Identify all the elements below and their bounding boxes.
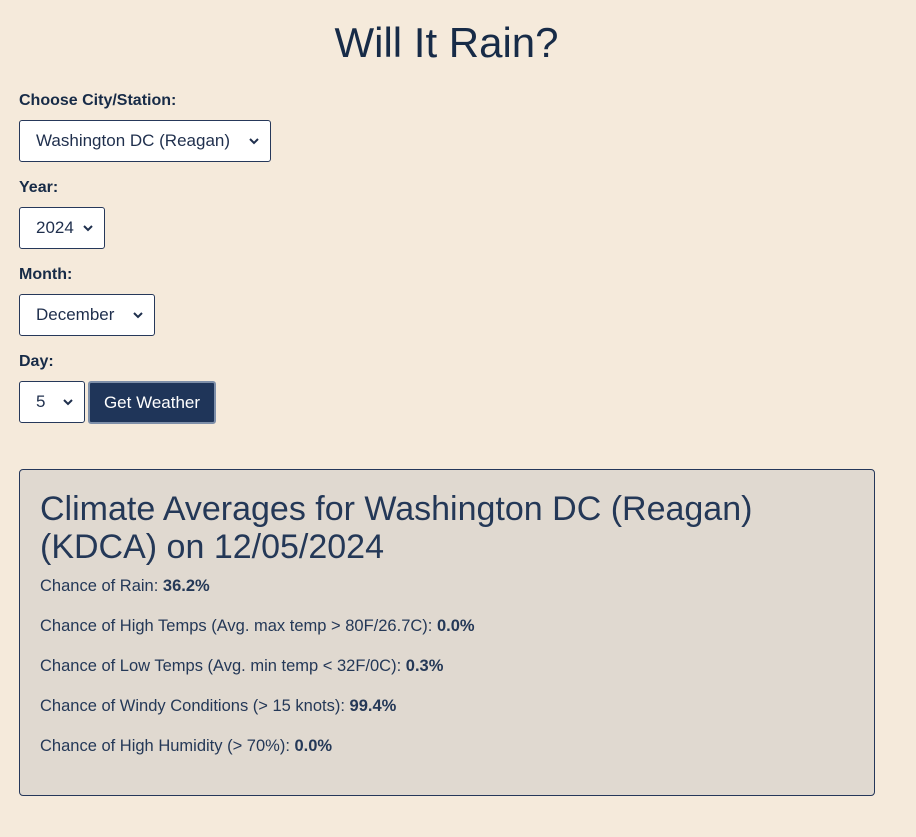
results-panel: Climate Averages for Washington DC (Reag…	[19, 469, 875, 796]
month-select[interactable]: December	[19, 294, 155, 336]
month-label: Month:	[19, 266, 73, 283]
stat-value: 0.3%	[405, 657, 444, 675]
stat-rain: Chance of Rain: 36.2%	[40, 577, 210, 596]
stat-windy: Chance of Windy Conditions (> 15 knots):…	[40, 697, 396, 716]
stat-low-temps: Chance of Low Temps (Avg. min temp < 32F…	[40, 657, 443, 676]
city-select[interactable]: Washington DC (Reagan)	[19, 120, 271, 162]
stat-label: Chance of Rain:	[40, 577, 163, 595]
stat-label: Chance of Windy Conditions (> 15 knots):	[40, 697, 350, 715]
stat-label: Chance of Low Temps (Avg. min temp < 32F…	[40, 657, 406, 675]
month-select-value: December	[36, 305, 115, 324]
day-select[interactable]: 5	[19, 381, 85, 423]
get-weather-button[interactable]: Get Weather	[88, 381, 216, 424]
stat-value: 36.2%	[162, 577, 210, 595]
stat-value: 99.4%	[349, 697, 397, 715]
chevron-down-icon	[133, 312, 143, 319]
stat-value: 0.0%	[294, 737, 333, 755]
year-select-value: 2024	[36, 218, 74, 237]
year-select[interactable]: 2024	[19, 207, 105, 249]
stat-humidity: Chance of High Humidity (> 70%): 0.0%	[40, 737, 332, 756]
results-heading: Climate Averages for Washington DC (Reag…	[40, 490, 753, 566]
stat-label: Chance of High Temps (Avg. max temp > 80…	[40, 617, 437, 635]
chevron-down-icon	[63, 399, 73, 406]
stat-value: 0.0%	[436, 617, 475, 635]
year-label: Year:	[19, 179, 59, 196]
day-select-value: 5	[36, 392, 46, 411]
page-title: Will It Rain?	[334, 19, 559, 66]
chevron-down-icon	[83, 225, 93, 232]
city-select-value: Washington DC (Reagan)	[36, 131, 231, 150]
stat-high-temps: Chance of High Temps (Avg. max temp > 80…	[40, 617, 475, 636]
day-label: Day:	[19, 353, 54, 370]
chevron-down-icon	[249, 138, 259, 145]
city-label: Choose City/Station:	[19, 92, 177, 109]
stat-label: Chance of High Humidity (> 70%):	[40, 737, 295, 755]
